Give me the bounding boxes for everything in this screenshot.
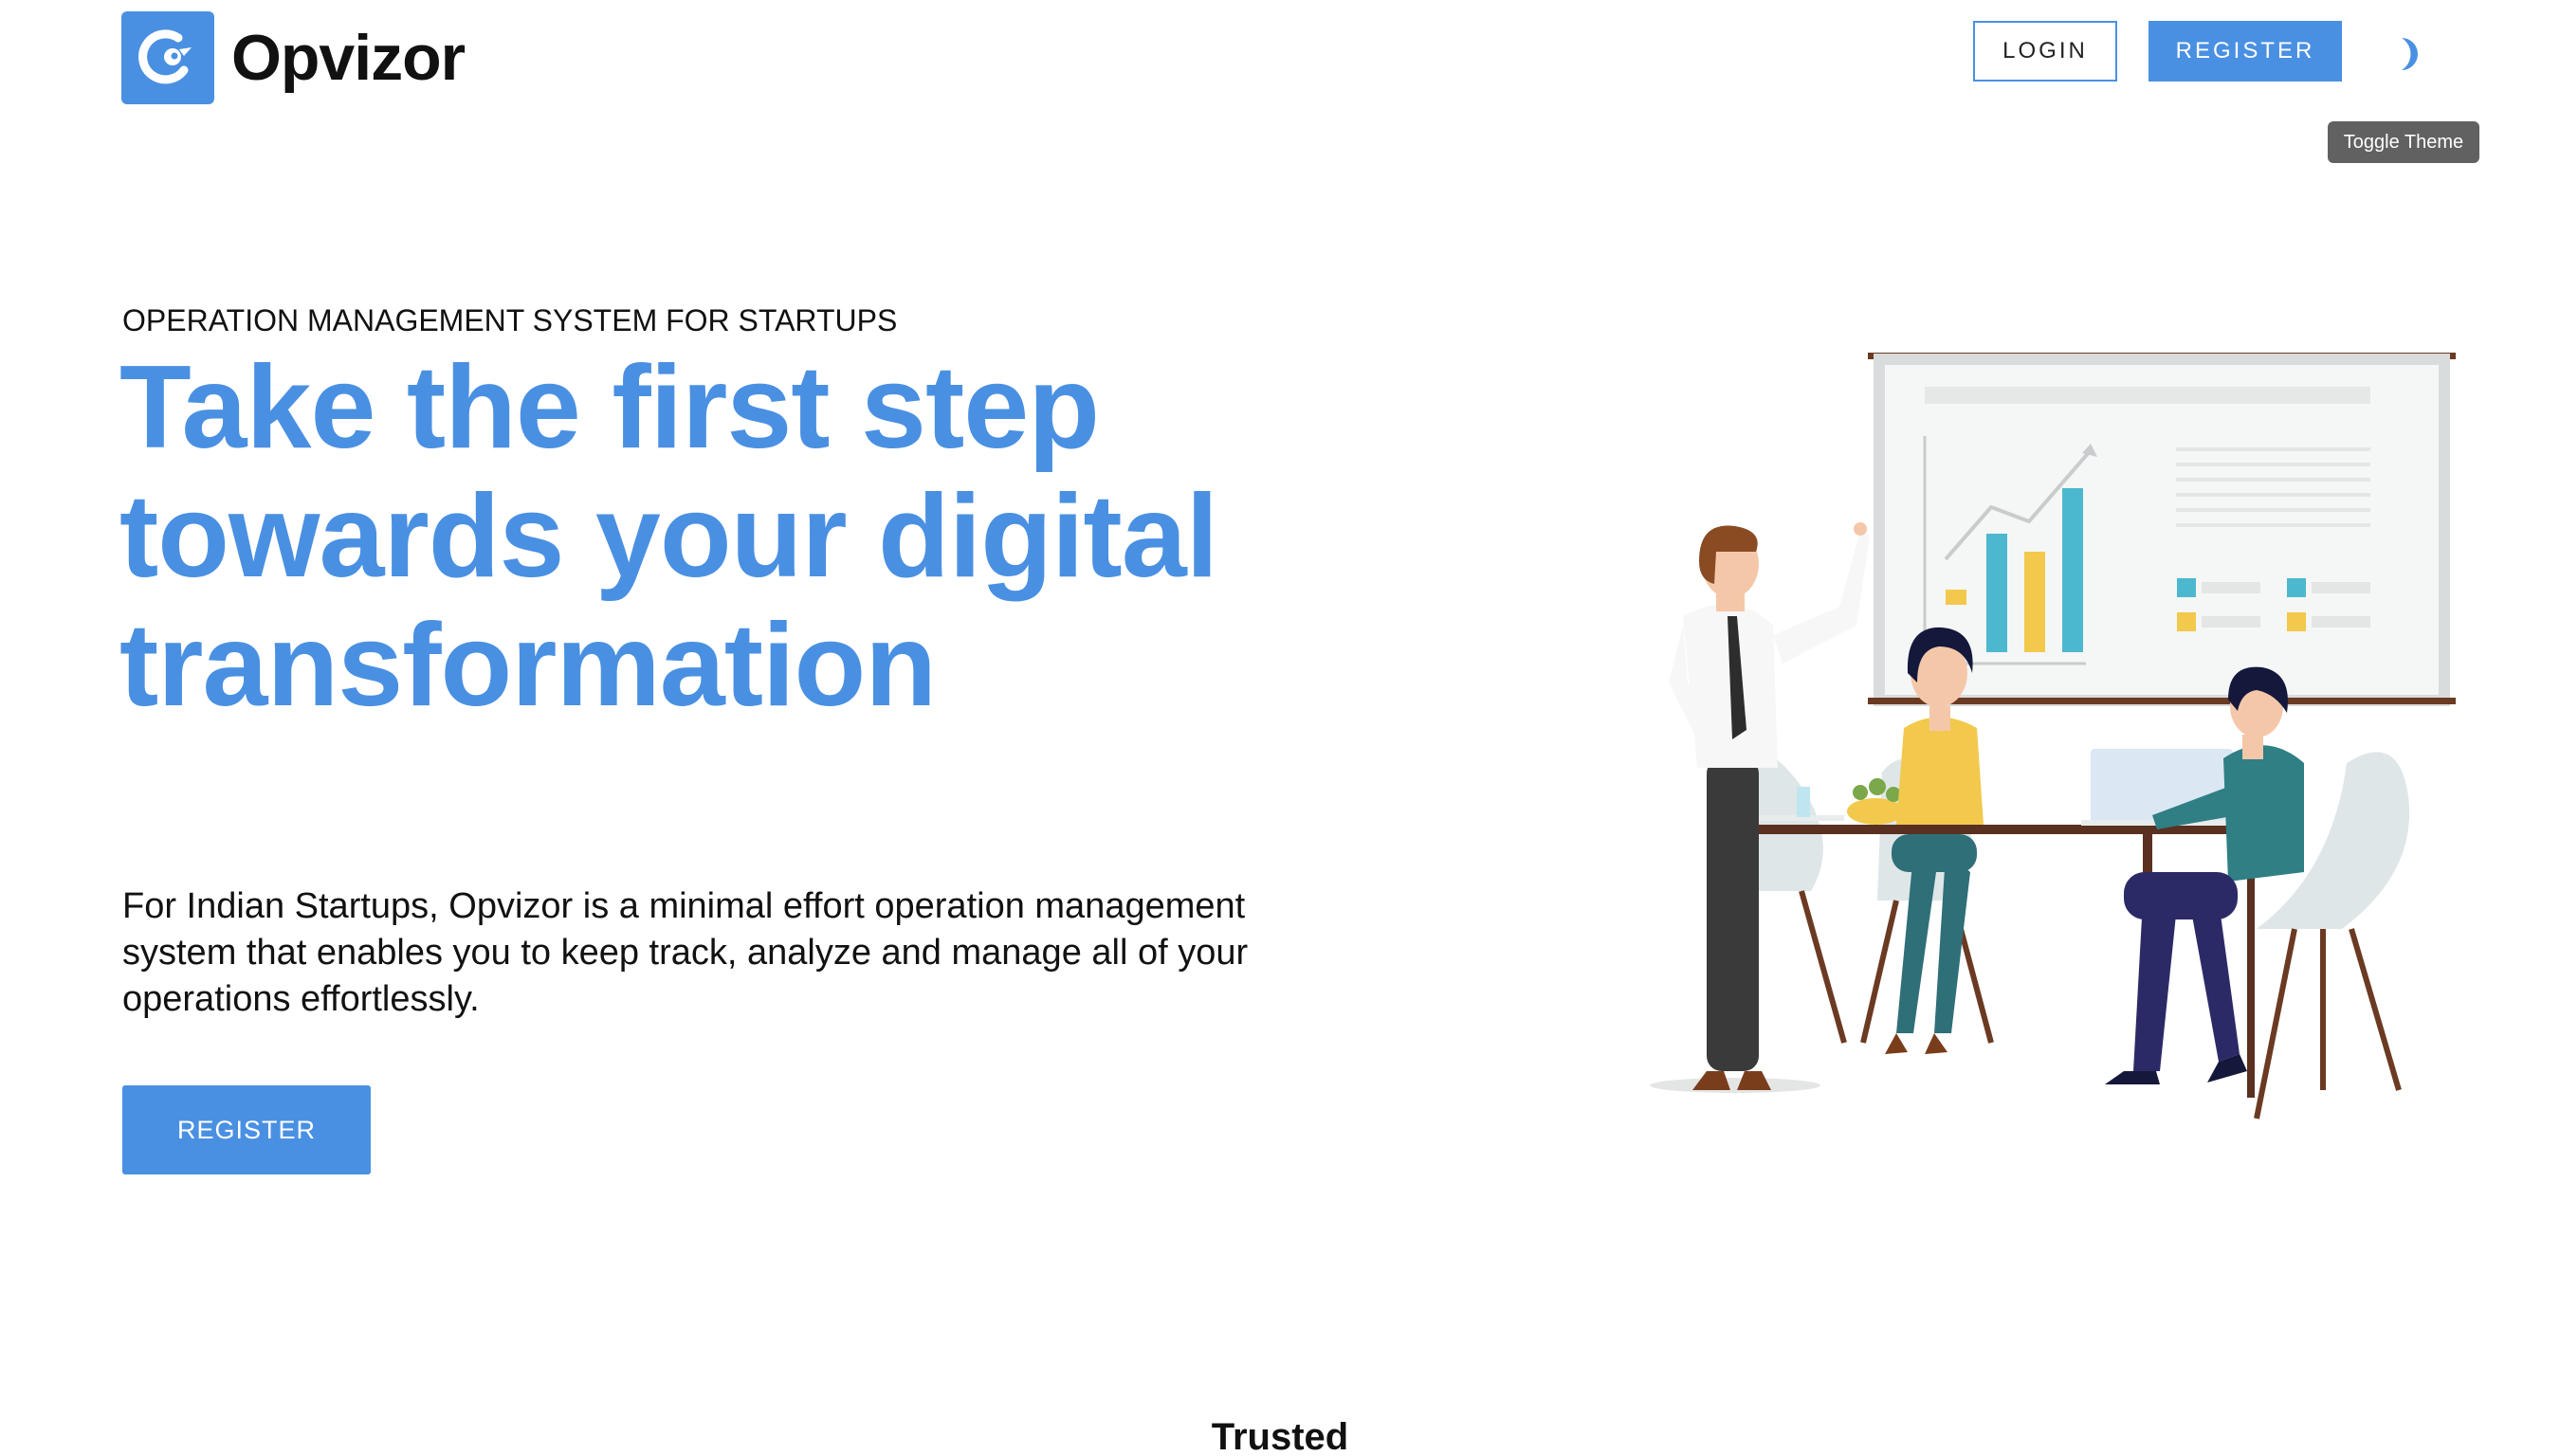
chairs-illustration: [1726, 751, 2410, 929]
hero-eyebrow: OPERATION MANAGEMENT SYSTEM FOR STARTUPS: [122, 303, 898, 337]
brand-name: Opvizor: [231, 22, 466, 94]
trusted-by-heading: Trusted By: [1211, 1416, 1349, 1456]
landing-page: Opvizor LOGIN REGISTER Toggle Theme OPER…: [0, 0, 2560, 1456]
moon-icon: [2402, 38, 2418, 70]
team-meeting-illustration: [1612, 341, 2465, 1138]
login-button[interactable]: LOGIN: [1973, 21, 2117, 82]
register-button-header[interactable]: REGISTER: [2149, 21, 2342, 82]
toggle-theme-tooltip: Toggle Theme: [2328, 121, 2479, 163]
hero-headline: Take the first step towards your digital…: [119, 342, 1218, 731]
register-button-hero[interactable]: REGISTER: [122, 1085, 371, 1174]
logo-mark-icon: [121, 11, 214, 104]
brand-logo[interactable]: Opvizor: [121, 11, 466, 104]
theme-toggle-button[interactable]: [2385, 33, 2426, 75]
hero-description: For Indian Startups, Opvizor is a minima…: [122, 886, 1249, 1019]
